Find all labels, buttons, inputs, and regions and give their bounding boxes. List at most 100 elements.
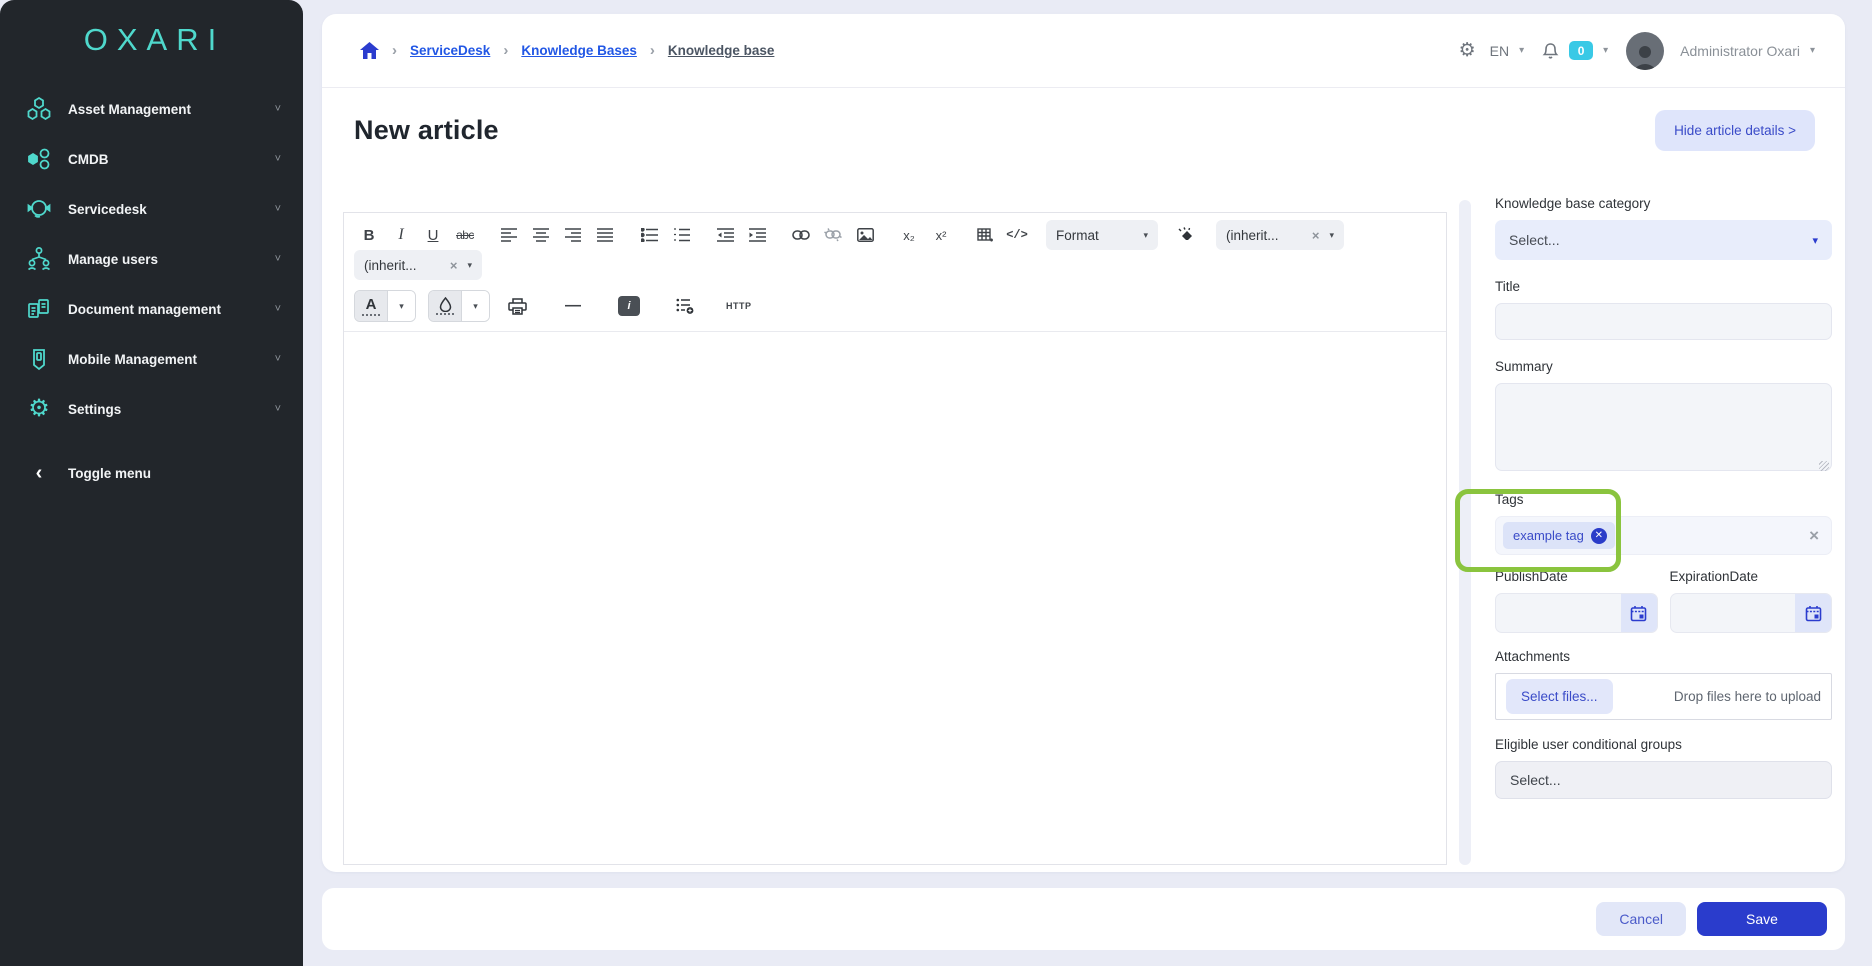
font-size-dropdown[interactable]: (inherit... × ▾ bbox=[354, 250, 482, 280]
tags-clear-icon[interactable]: × bbox=[1809, 526, 1819, 546]
headset-icon bbox=[24, 194, 54, 224]
outdent-icon[interactable] bbox=[710, 221, 740, 249]
user-name[interactable]: Administrator Oxari bbox=[1680, 43, 1800, 59]
align-left-icon[interactable] bbox=[494, 221, 524, 249]
insert-image-icon[interactable] bbox=[850, 221, 880, 249]
user-avatar[interactable] bbox=[1626, 32, 1664, 70]
sidebar-item-label: Document management bbox=[68, 302, 221, 317]
insert-table-icon[interactable] bbox=[970, 221, 1000, 249]
title-input[interactable] bbox=[1495, 303, 1832, 340]
clear-formatting-icon[interactable] bbox=[1172, 221, 1202, 249]
settings-gear-icon[interactable]: ⚙ bbox=[1459, 41, 1476, 60]
summary-textarea[interactable] bbox=[1495, 383, 1832, 471]
editor-content-area[interactable] bbox=[344, 332, 1446, 887]
horizontal-rule-button[interactable]: — bbox=[558, 292, 588, 320]
unlink-icon[interactable] bbox=[818, 221, 848, 249]
publish-date-label: PublishDate bbox=[1495, 569, 1658, 584]
highlight-color-control[interactable]: ▾ bbox=[428, 290, 490, 322]
language-caret-icon[interactable]: ▾ bbox=[1519, 45, 1524, 56]
insert-link-icon[interactable] bbox=[786, 221, 816, 249]
justify-icon[interactable] bbox=[590, 221, 620, 249]
category-select[interactable]: Select... ▾ bbox=[1495, 220, 1832, 260]
numbered-list-icon[interactable] bbox=[666, 221, 696, 249]
user-group-icon bbox=[24, 244, 54, 274]
publish-date-input[interactable] bbox=[1496, 594, 1621, 632]
font-size-clear-icon[interactable]: × bbox=[450, 258, 458, 273]
underline-button[interactable]: U bbox=[418, 221, 448, 249]
pane-splitter[interactable] bbox=[1459, 200, 1471, 865]
bullet-list-icon[interactable] bbox=[634, 221, 664, 249]
http-link-button[interactable]: HTTP bbox=[722, 292, 756, 320]
indent-icon[interactable] bbox=[742, 221, 772, 249]
top-bar: › ServiceDesk › Knowledge Bases › Knowle… bbox=[322, 14, 1845, 88]
highlight-droplet-icon bbox=[429, 291, 461, 321]
sidebar-item-label: CMDB bbox=[68, 152, 109, 167]
text-color-caret-icon[interactable]: ▾ bbox=[387, 291, 415, 321]
notifications-bell-icon[interactable] bbox=[1542, 42, 1559, 60]
sidebar-item-cmdb[interactable]: CMDB ˅ bbox=[0, 134, 303, 184]
toggle-menu-button[interactable]: ‹ Toggle menu bbox=[0, 448, 303, 498]
notification-caret-icon[interactable]: ▾ bbox=[1603, 45, 1608, 56]
tag-chip: example tag ✕ bbox=[1503, 522, 1615, 549]
sidebar-item-document-management[interactable]: Document management ˅ bbox=[0, 284, 303, 334]
calendar-icon[interactable] bbox=[1795, 594, 1831, 632]
paragraph-format-dropdown[interactable]: Format ▾ bbox=[1046, 220, 1158, 250]
breadcrumb-current-knowledge-base[interactable]: Knowledge base bbox=[668, 43, 775, 58]
documents-icon bbox=[24, 294, 54, 324]
user-menu-caret-icon[interactable]: ▾ bbox=[1810, 45, 1815, 56]
breadcrumb-separator: › bbox=[392, 42, 397, 59]
sidebar-item-label: Servicedesk bbox=[68, 202, 147, 217]
font-size-value: (inherit... bbox=[364, 258, 440, 273]
print-icon[interactable] bbox=[502, 292, 532, 320]
chevron-down-icon: ˅ bbox=[275, 103, 281, 115]
text-color-icon: A bbox=[355, 291, 387, 321]
list-settings-icon[interactable] bbox=[670, 292, 700, 320]
language-selector[interactable]: EN bbox=[1490, 43, 1509, 59]
align-right-icon[interactable] bbox=[558, 221, 588, 249]
font-family-value: (inherit... bbox=[1226, 228, 1302, 243]
calendar-icon[interactable] bbox=[1621, 594, 1657, 632]
italic-button[interactable]: I bbox=[386, 221, 416, 249]
attachments-label: Attachments bbox=[1495, 649, 1832, 664]
strikethrough-button[interactable]: abc bbox=[450, 221, 480, 249]
resize-grip-icon[interactable] bbox=[1819, 461, 1829, 471]
breadcrumb-link-knowledge-bases[interactable]: Knowledge Bases bbox=[521, 43, 637, 58]
code-view-button[interactable]: </> bbox=[1002, 221, 1032, 249]
category-select-value: Select... bbox=[1509, 232, 1560, 248]
chevron-down-icon: ˅ bbox=[275, 403, 281, 415]
home-icon[interactable] bbox=[360, 42, 379, 60]
category-label: Knowledge base category bbox=[1495, 196, 1832, 211]
cancel-button[interactable]: Cancel bbox=[1596, 902, 1686, 936]
eligible-groups-select[interactable]: Select... bbox=[1495, 761, 1832, 799]
tag-remove-icon[interactable]: ✕ bbox=[1591, 528, 1607, 544]
font-family-clear-icon[interactable]: × bbox=[1312, 228, 1320, 243]
notification-count-badge[interactable]: 0 bbox=[1569, 41, 1593, 60]
highlight-caret-icon[interactable]: ▾ bbox=[461, 291, 489, 321]
hide-article-details-button[interactable]: Hide article details > bbox=[1655, 110, 1815, 151]
gear-icon: ⚙ bbox=[24, 394, 54, 424]
tags-input[interactable]: example tag ✕ × bbox=[1495, 516, 1832, 555]
chevron-down-icon: ˅ bbox=[275, 253, 281, 265]
expiration-date-input[interactable] bbox=[1671, 594, 1796, 632]
superscript-button[interactable]: x² bbox=[926, 221, 956, 249]
subscript-button[interactable]: x₂ bbox=[894, 221, 924, 249]
sidebar-item-manage-users[interactable]: Manage users ˅ bbox=[0, 234, 303, 284]
bold-button[interactable]: B bbox=[354, 221, 384, 249]
text-color-control[interactable]: A ▾ bbox=[354, 290, 416, 322]
align-center-icon[interactable] bbox=[526, 221, 556, 249]
sidebar-item-servicedesk[interactable]: Servicedesk ˅ bbox=[0, 184, 303, 234]
sidebar-item-settings[interactable]: ⚙ Settings ˅ bbox=[0, 384, 303, 434]
info-block-icon[interactable]: i bbox=[614, 292, 644, 320]
caret-down-icon: ▾ bbox=[1143, 230, 1148, 241]
select-files-button[interactable]: Select files... bbox=[1506, 679, 1613, 714]
sidebar-item-mobile-management[interactable]: Mobile Management ˅ bbox=[0, 334, 303, 384]
nodes-icon bbox=[24, 144, 54, 174]
breadcrumb-link-servicedesk[interactable]: ServiceDesk bbox=[410, 43, 490, 58]
footer-action-bar: Cancel Save bbox=[322, 888, 1845, 950]
app-root: OXARI Asset Management ˅ CMDB bbox=[0, 0, 1872, 966]
sidebar-item-asset-management[interactable]: Asset Management ˅ bbox=[0, 84, 303, 134]
font-family-dropdown[interactable]: (inherit... × ▾ bbox=[1216, 220, 1344, 250]
save-button[interactable]: Save bbox=[1697, 902, 1827, 936]
attachments-dropzone[interactable]: Select files... Drop files here to uploa… bbox=[1495, 673, 1832, 720]
sidebar-item-label: Mobile Management bbox=[68, 352, 197, 367]
